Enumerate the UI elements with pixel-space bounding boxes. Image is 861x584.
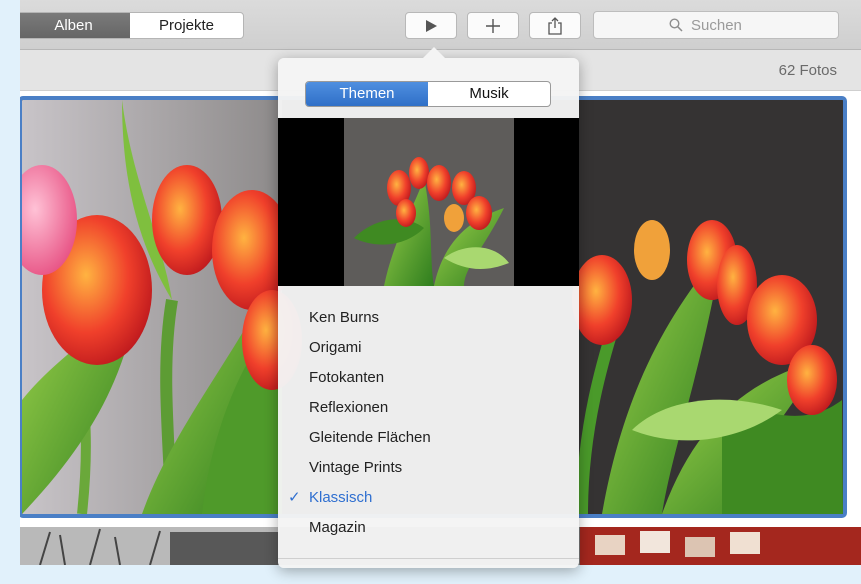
theme-magazin[interactable]: Magazin xyxy=(278,513,579,543)
preview-tulip-photo xyxy=(344,118,514,286)
theme-preview-image xyxy=(344,118,514,286)
magnifier-icon xyxy=(669,18,683,32)
theme-label: Reflexionen xyxy=(309,399,389,416)
theme-gleitende-flaechen[interactable]: Gleitende Flächen xyxy=(278,423,579,453)
theme-preview xyxy=(278,118,579,286)
tab-musik[interactable]: Musik xyxy=(428,82,550,106)
tab-alben[interactable]: Alben xyxy=(20,13,130,38)
checkmark-icon: ✓ xyxy=(288,489,301,506)
popover-divider xyxy=(278,558,579,559)
theme-label: Fotokanten xyxy=(309,369,385,386)
view-switcher: Alben Projekte xyxy=(20,12,244,39)
theme-klassisch[interactable]: ✓ Klassisch xyxy=(278,483,579,513)
play-icon xyxy=(426,19,437,32)
theme-label: Gleitende Flächen xyxy=(309,429,431,446)
theme-reflexionen[interactable]: Reflexionen xyxy=(278,393,579,423)
theme-origami[interactable]: Origami xyxy=(278,333,579,363)
theme-label: Vintage Prints xyxy=(309,459,403,476)
search-field[interactable] xyxy=(593,11,839,39)
plus-icon xyxy=(486,18,500,33)
theme-label: Magazin xyxy=(309,519,366,536)
search-input[interactable] xyxy=(689,15,763,35)
toolbar: Alben Projekte xyxy=(20,0,861,50)
popover-tab-switcher: Themen Musik xyxy=(305,81,551,107)
theme-label: Ken Burns xyxy=(309,309,380,326)
tab-projekte[interactable]: Projekte xyxy=(130,13,243,38)
theme-vintage-prints[interactable]: Vintage Prints xyxy=(278,453,579,483)
popover-arrow xyxy=(422,47,446,59)
theme-label: Origami xyxy=(309,339,362,356)
photo-count: 62 Fotos xyxy=(778,62,837,79)
add-button[interactable] xyxy=(467,12,519,39)
tab-themen[interactable]: Themen xyxy=(306,82,428,106)
theme-ken-burns[interactable]: Ken Burns xyxy=(278,303,579,333)
share-icon xyxy=(548,16,562,35)
slideshow-popover: Themen Musik Ken Burns Origami Fotokante… xyxy=(278,58,579,568)
theme-list: Ken Burns Origami Fotokanten Reflexionen… xyxy=(278,303,579,543)
slideshow-play-button[interactable] xyxy=(405,12,457,39)
share-button[interactable] xyxy=(529,12,581,39)
theme-label: Klassisch xyxy=(309,489,373,506)
theme-fotokanten[interactable]: Fotokanten xyxy=(278,363,579,393)
